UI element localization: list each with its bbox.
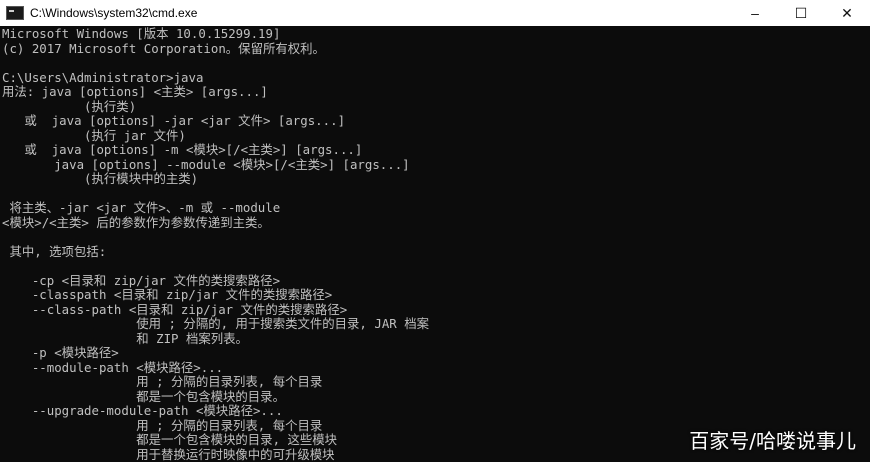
cmd-icon bbox=[6, 6, 24, 20]
console-line: (执行模块中的主类) bbox=[2, 171, 199, 186]
console-line: -classpath <目录和 zip/jar 文件的类搜索路径> bbox=[2, 287, 333, 302]
console-line: --upgrade-module-path <模块路径>... bbox=[2, 403, 283, 418]
console-output[interactable]: Microsoft Windows [版本 10.0.15299.19] (c) … bbox=[0, 27, 870, 462]
console-line: Microsoft Windows [版本 10.0.15299.19] bbox=[2, 27, 281, 41]
watermark: 百家号/哈喽说事儿 bbox=[689, 429, 856, 453]
console-line: (执行 jar 文件) bbox=[2, 127, 186, 143]
console-line: 其中, 选项包括: bbox=[2, 243, 107, 259]
console-line: 用法: java [options] <主类> [args...] bbox=[2, 84, 268, 99]
minimize-button[interactable]: – bbox=[732, 0, 778, 26]
maximize-button[interactable]: ☐ bbox=[778, 0, 824, 26]
console-line: --module-path <模块路径>... bbox=[2, 359, 224, 375]
console-line: 使用 ; 分隔的, 用于搜索类文件的目录, JAR 档案 bbox=[2, 316, 429, 331]
console-line: 用 ; 分隔的目录列表, 每个目录 bbox=[2, 374, 323, 389]
close-button[interactable]: ✕ bbox=[824, 0, 870, 26]
console-line: (c) 2017 Microsoft Corporation。保留所有权利。 bbox=[2, 40, 325, 56]
console-line: --class-path <目录和 zip/jar 文件的类搜索路径> bbox=[2, 301, 348, 317]
console-line: 或 java [options] -m <模块>[/<主类>] [args...… bbox=[2, 142, 363, 157]
console-line: C:\Users\Administrator>java bbox=[2, 69, 204, 85]
window-title: C:\Windows\system32\cmd.exe bbox=[30, 6, 198, 20]
console-line: 将主类、-jar <jar 文件>、-m 或 --module bbox=[2, 200, 281, 215]
console-line: 或 java [options] -jar <jar 文件> [args...] bbox=[2, 113, 346, 128]
console-line: -cp <目录和 zip/jar 文件的类搜索路径> bbox=[2, 272, 281, 288]
console-line: -p <模块路径> bbox=[2, 345, 119, 360]
console-line: java [options] --module <模块>[/<主类>] [arg… bbox=[2, 156, 410, 172]
console-line: <模块>/<主类> 后的参数作为参数传递到主类。 bbox=[2, 214, 270, 230]
title-bar[interactable]: C:\Windows\system32\cmd.exe – ☐ ✕ bbox=[0, 0, 870, 26]
console-line: 都是一个包含模块的目录。 bbox=[2, 388, 285, 404]
console-line: 和 ZIP 档案列表。 bbox=[2, 330, 248, 346]
console-line: (执行类) bbox=[2, 98, 137, 114]
